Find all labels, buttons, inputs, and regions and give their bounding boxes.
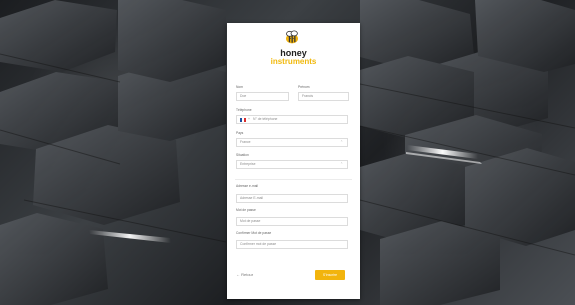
chevron-updown-icon: ⌃ bbox=[340, 140, 343, 145]
country-label: Pays bbox=[236, 131, 244, 135]
situation-label: Situation bbox=[236, 153, 249, 157]
password-placeholder: Mot de passe bbox=[240, 219, 261, 224]
bee-icon bbox=[286, 30, 298, 44]
first-name-label: Prénom bbox=[298, 85, 310, 89]
last-name-field[interactable]: Doe bbox=[236, 92, 289, 101]
signup-button[interactable]: S'inscrire bbox=[315, 270, 345, 280]
last-name-label: Nom bbox=[236, 85, 243, 89]
brand-logo: honey instruments bbox=[227, 29, 360, 69]
last-name-value: Doe bbox=[240, 94, 247, 99]
back-link[interactable]: ← Retour bbox=[236, 273, 253, 277]
email-field[interactable]: Adresse E-mail bbox=[236, 194, 348, 203]
confirm-password-label: Confirmer Mot de passe bbox=[236, 231, 272, 235]
situation-select[interactable]: Entreprise ⌃ bbox=[236, 160, 348, 169]
registration-page: honey instruments Nom Doe Prénom Francis… bbox=[0, 0, 575, 305]
section-divider bbox=[235, 179, 352, 180]
password-field[interactable]: Mot de passe bbox=[236, 217, 348, 226]
country-select[interactable]: France ⌃ bbox=[236, 138, 348, 147]
confirm-password-field[interactable]: Confirmer mot de passe bbox=[236, 240, 348, 249]
confirm-password-placeholder: Confirmer mot de passe bbox=[240, 242, 277, 247]
phone-placeholder: N° de téléphone bbox=[253, 117, 278, 122]
phone-field[interactable]: + N° de téléphone bbox=[236, 115, 348, 124]
france-flag-icon bbox=[240, 118, 246, 123]
phone-prefix: + bbox=[248, 117, 250, 122]
password-label: Mot de passe bbox=[236, 208, 256, 212]
brand-name-line2: instruments bbox=[270, 57, 317, 66]
chevron-updown-icon: ⌃ bbox=[340, 162, 343, 167]
country-value: France bbox=[240, 140, 251, 145]
email-placeholder: Adresse E-mail bbox=[240, 196, 263, 201]
registration-card: honey instruments Nom Doe Prénom Francis… bbox=[227, 23, 360, 299]
first-name-value: Francis bbox=[302, 94, 314, 99]
email-label: Adresse e-mail bbox=[236, 184, 258, 188]
first-name-field[interactable]: Francis bbox=[298, 92, 349, 101]
situation-value: Entreprise bbox=[240, 162, 256, 167]
phone-label: Téléphone bbox=[236, 108, 252, 112]
